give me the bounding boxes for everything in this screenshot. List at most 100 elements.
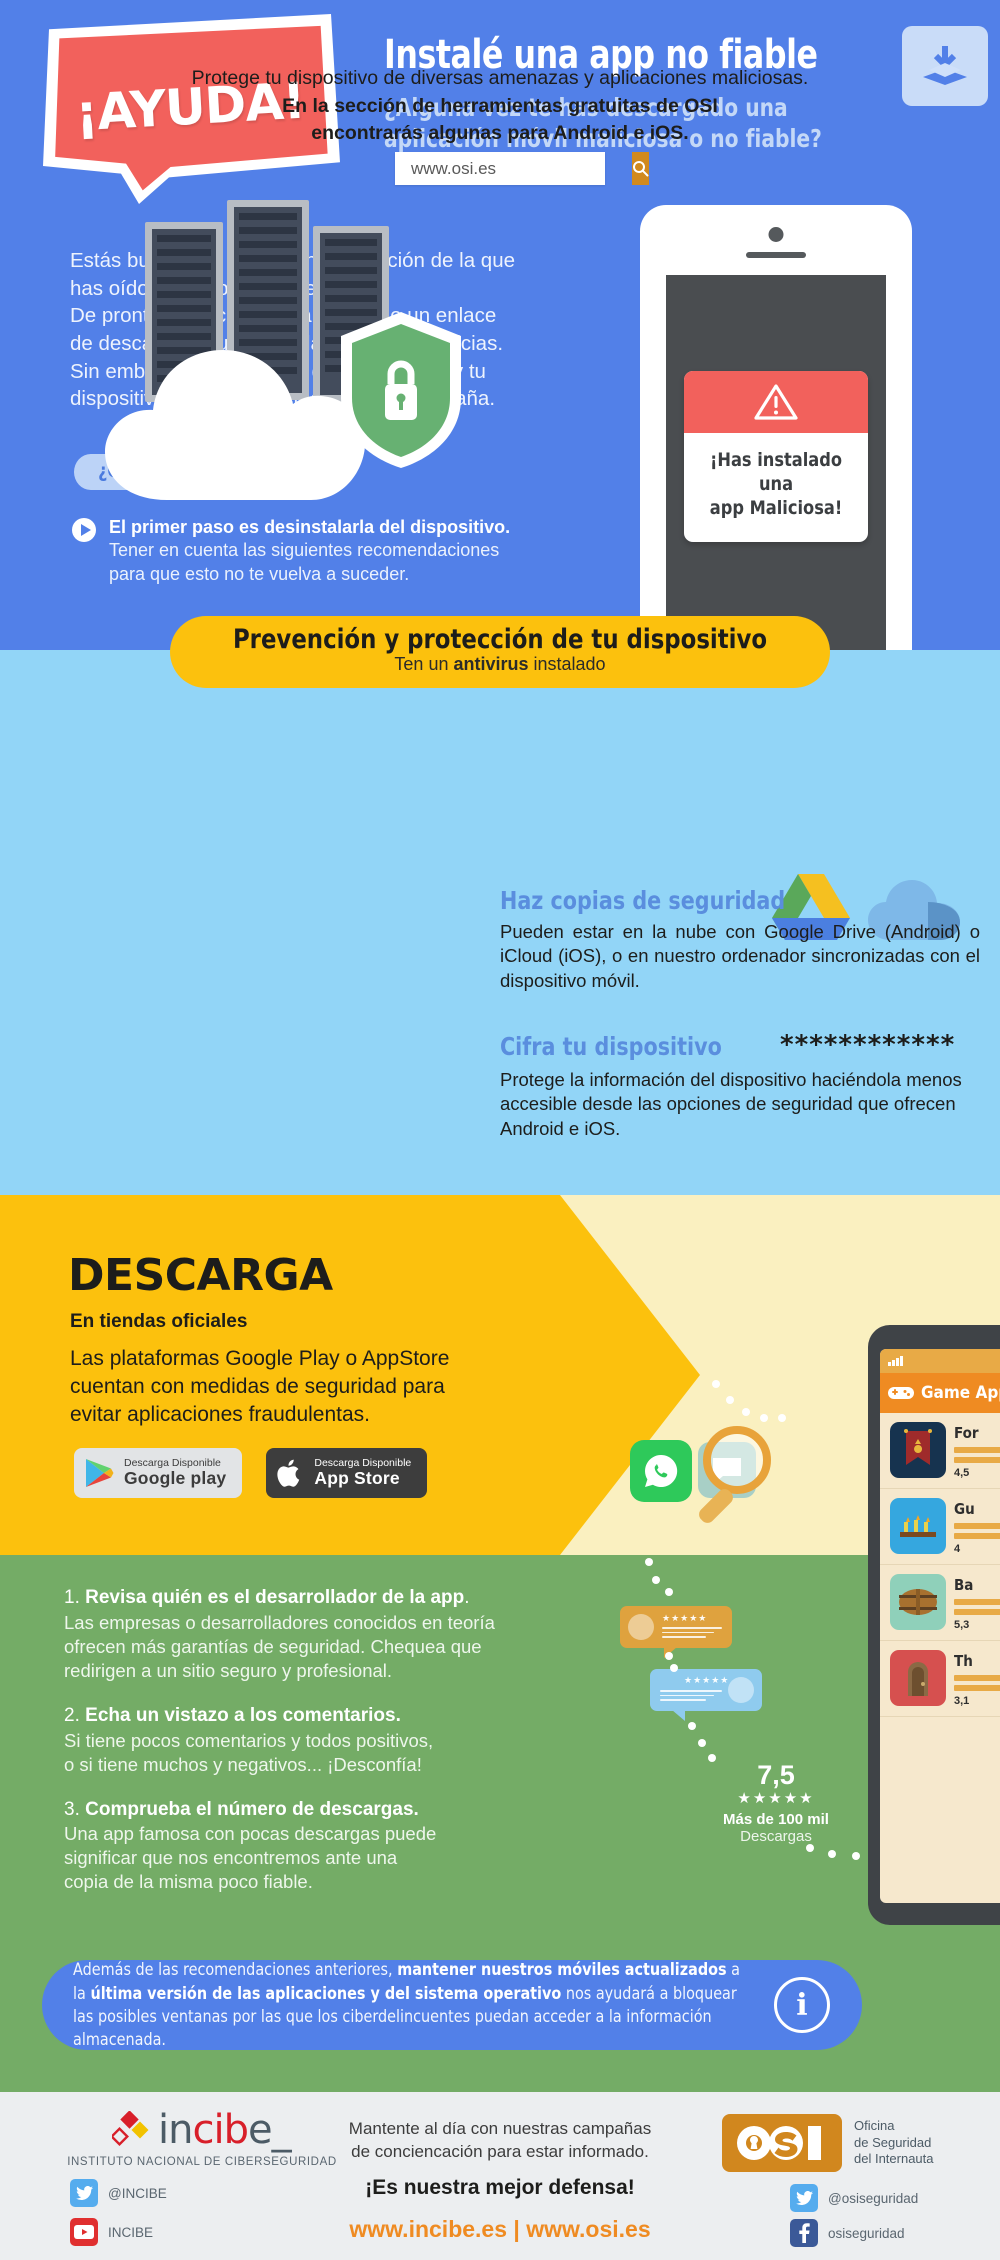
banner-subtitle: Ten un antivirus instalado <box>170 654 830 675</box>
osi-description: Oficina de Seguridad del Internauta <box>854 2118 934 2168</box>
app-score: 4,5 <box>954 1467 970 1479</box>
osi-facebook-handle: osiseguridad <box>828 2225 905 2241</box>
info-b2: última versión de las aplicaciones y del… <box>90 1983 562 2003</box>
review-lines <box>662 1627 722 1641</box>
search-input[interactable] <box>395 152 632 185</box>
tip-3-line-3: copia de la misma poco fiable. <box>64 1871 313 1893</box>
tip-1-body: Las empresas o desarrolladores conocidos… <box>64 1611 584 1683</box>
list-item[interactable]: Ba 5,3 <box>880 1565 1000 1641</box>
app-meta: Gu 4 <box>954 1498 1000 1555</box>
app-icons-cluster <box>620 1420 840 1540</box>
gamepad-icon <box>888 1387 914 1399</box>
infographic-page: ¡AYUDA! Instalé una app no fiable ¿Algun… <box>0 0 1000 2260</box>
banner-sub-pre: Ten un <box>394 654 454 674</box>
incibe-youtube[interactable]: INCIBE <box>50 2218 340 2246</box>
app-name: For <box>954 1424 979 1442</box>
password-asterisks: ************ <box>780 1030 956 1060</box>
list-item[interactable]: For 4,5 <box>880 1413 1000 1489</box>
tip-2: 2. Echa un vistazo a los comentarios. Si… <box>64 1704 584 1777</box>
shield-lock-icon <box>341 312 461 468</box>
first-step-line-2: Tener en cuenta las siguientes recomenda… <box>109 540 500 561</box>
avatar <box>628 1614 654 1640</box>
footer-tagline: ¡Es nuestra mejor defensa! <box>365 2175 635 2199</box>
footer-incibe: incibe_ INSTITUTO NACIONAL DE CIBERSEGUR… <box>50 2110 340 2246</box>
app-score: 5,3 <box>954 1619 970 1631</box>
tip-3-title: Comprueba el número de descargas. <box>85 1798 419 1820</box>
tip-2-title: Echa un vistazo a los comentarios. <box>85 1704 401 1726</box>
info-callout-text: Además de las recomendaciones anteriores… <box>42 1958 752 2052</box>
google-play-badge[interactable]: Descarga Disponible Google play <box>74 1448 243 1498</box>
tip-3: 3. Comprueba el número de descargas. Una… <box>64 1798 584 1895</box>
osi-desc-line-3: del Internauta <box>854 2151 934 2167</box>
tip-1: 1. Revisa quién es el desarrollador de l… <box>64 1586 584 1683</box>
footer-message-line-2: de conciencación para estar informado. <box>351 2141 649 2161</box>
downloads-count: Más de 100 mil <box>723 1811 829 1828</box>
footer-urls[interactable]: www.incibe.es | www.osi.es <box>330 2216 670 2243</box>
osi-twitter[interactable]: @osiseguridad <box>790 2184 982 2212</box>
app-meta: Ba 5,3 <box>954 1574 1000 1631</box>
download-title: DESCARGA <box>68 1250 333 1301</box>
app-bar <box>954 1599 1000 1605</box>
review-stars-orange: ★★★★★ <box>662 1613 708 1623</box>
download-body-line-2: cuentan con medidas de seguridad para <box>70 1374 445 1398</box>
osi-desc-line-1: Oficina <box>854 2118 895 2134</box>
tip-2-line-1: Si tiene pocos comentarios y todos posit… <box>64 1729 434 1751</box>
osi-logo-row: Oficina de Seguridad del Internauta <box>722 2114 982 2172</box>
play-icon <box>72 518 96 542</box>
osi-logo <box>722 2114 842 2172</box>
app-bar <box>954 1523 1000 1529</box>
store-badges: Descarga Disponible Google play Descarga… <box>74 1448 428 1498</box>
signal-bars-icon <box>888 1356 903 1366</box>
google-play-badge-label: Google play <box>124 1468 227 1489</box>
app-score: 4 <box>954 1543 961 1555</box>
banner-title: Prevención y protección de tu dispositiv… <box>232 624 768 655</box>
osi-social: @osiseguridad osiseguridad <box>722 2184 982 2247</box>
osi-search-bar[interactable] <box>395 152 649 185</box>
footer: incibe_ INSTITUTO NACIONAL DE CIBERSEGUR… <box>0 2092 1000 2260</box>
first-step-bold: El primer paso es desinstalarla del disp… <box>109 517 506 537</box>
prevention-lead-bold-2: encontrarás algunas para Android e iOS. <box>311 122 689 145</box>
banner-sub-bold: antivirus <box>453 654 529 674</box>
app-bar <box>954 1457 1000 1463</box>
malicious-app-dialog: ¡Has instalado una app Maliciosa! <box>684 371 868 543</box>
google-play-icon <box>86 1459 114 1487</box>
tip-2-heading: 2. Echa un vistazo a los comentarios. <box>64 1704 584 1729</box>
app-name: Ba <box>954 1576 974 1594</box>
osi-facebook[interactable]: osiseguridad <box>790 2219 982 2247</box>
download-body-line-3: evitar aplicaciones fraudulentas. <box>70 1402 371 1426</box>
facebook-icon <box>790 2219 818 2247</box>
tip-1-line-1: Las empresas o desarrolladores conocidos… <box>64 1611 495 1633</box>
list-item[interactable]: Gu 4 <box>880 1489 1000 1565</box>
backup-title: Haz copias de seguridad <box>500 886 786 915</box>
app-name: Th <box>954 1652 973 1670</box>
warning-triangle-icon <box>684 371 868 433</box>
app-list-title: Game App <box>921 1383 1000 1403</box>
incibe-youtube-handle: INCIBE <box>108 2224 154 2240</box>
rating-stars: ★★★★★ <box>737 1790 815 1807</box>
download-body-line-1: Las plataformas Google Play o AppStore <box>70 1347 450 1370</box>
incibe-logo: incibe_ <box>50 2110 340 2150</box>
app-store-badge-label: App Store <box>314 1468 400 1489</box>
malicious-app-text: ¡Has instalado una app Maliciosa! <box>689 433 864 542</box>
app-meta: For 4,5 <box>954 1422 1000 1479</box>
prevention-lead-bold-1: En la sección de herramientas gratuitas … <box>282 94 718 117</box>
tip-1-title-tail: . <box>464 1587 470 1608</box>
list-item[interactable]: Th 3,1 <box>880 1641 1000 1717</box>
app-meta: Th 3,1 <box>954 1650 1000 1707</box>
incibe-twitter-handle: @INCIBE <box>108 2185 167 2201</box>
first-step-line-3: para que esto no te vuelva a suceder. <box>109 563 410 584</box>
prevention-lead-line-1: Protege tu dispositivo de diversas amena… <box>191 67 809 89</box>
app-store-badge[interactable]: Descarga Disponible App Store <box>266 1448 428 1498</box>
guerras-medievales-icon <box>890 1498 946 1554</box>
incibe-twitter[interactable]: @INCIBE <box>50 2179 340 2207</box>
incibe-diamond-icon <box>112 2111 149 2146</box>
tip-1-heading: 1. Revisa quién es el desarrollador de l… <box>64 1586 584 1611</box>
footer-message: Mantente al día con nuestras campañas de… <box>330 2118 670 2164</box>
tip-2-number: 2. <box>64 1704 80 1726</box>
banner-flag-icon <box>890 1422 946 1478</box>
barriles-piratas-icon <box>890 1574 946 1630</box>
search-icon[interactable] <box>632 152 649 185</box>
incibe-wordmark: incibe_ <box>158 2110 292 2150</box>
first-step-bullet: El primer paso es desinstalarla del disp… <box>72 516 672 586</box>
tip-1-line-3: redirigen a un sitio seguro y profesiona… <box>64 1659 393 1681</box>
